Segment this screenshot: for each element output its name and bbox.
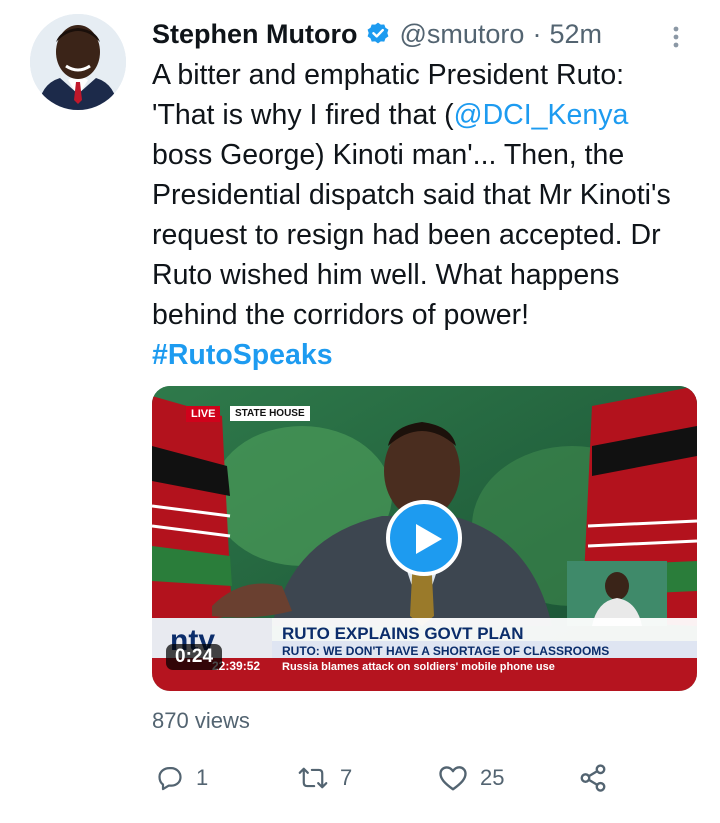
tweet-text-part: boss George) Kinoti man'... Then, the Pr…	[152, 139, 671, 331]
separator-dot: ·	[532, 18, 542, 49]
share-icon	[580, 764, 606, 792]
live-tag: LIVE	[186, 406, 221, 422]
video-player[interactable]: ntv LIVE STATE HOUSE RUTO EXPLAINS GOVT …	[152, 386, 697, 691]
mention-link[interactable]: @DCI_Kenya	[454, 99, 629, 131]
tweet-text: A bitter and emphatic President Ruto: 'T…	[152, 55, 692, 375]
retweet-icon	[298, 767, 328, 789]
video-duration: 0:24	[166, 644, 223, 670]
video-subheadline: RUTO: WE DON'T HAVE A SHORTAGE OF CLASSR…	[282, 644, 610, 658]
location-tag: STATE HOUSE	[230, 406, 310, 421]
avatar-photo	[30, 14, 126, 110]
tweet-header: Stephen Mutoro @smutoro · 52m	[152, 14, 700, 54]
video-headline: RUTO EXPLAINS GOVT PLAN	[282, 624, 524, 643]
verified-badge-icon	[368, 22, 389, 44]
avatar[interactable]	[30, 14, 126, 110]
tweet-time[interactable]: 52m	[549, 19, 602, 50]
hashtag-link[interactable]: #RutoSpeaks	[152, 339, 333, 371]
retweet-count: 7	[340, 765, 353, 790]
author-handle[interactable]: @smutoro	[399, 19, 524, 50]
reply-count: 1	[196, 765, 209, 790]
view-count: 870 views	[152, 708, 250, 733]
reply-icon	[158, 766, 182, 791]
play-icon	[416, 524, 442, 554]
heart-icon	[439, 766, 467, 791]
like-button[interactable]: 25	[438, 756, 504, 800]
share-button[interactable]	[578, 756, 608, 800]
retweet-button[interactable]: 7	[298, 756, 352, 800]
more-options-icon[interactable]	[664, 22, 688, 52]
author-name[interactable]: Stephen Mutoro	[152, 19, 357, 50]
reply-button[interactable]: 1	[156, 756, 208, 800]
play-button[interactable]	[386, 500, 462, 576]
tweet-actions: 1 7 25	[152, 756, 622, 800]
like-count: 25	[480, 765, 505, 790]
ticker-text: Russia blames attack on soldiers' mobile…	[282, 661, 555, 673]
